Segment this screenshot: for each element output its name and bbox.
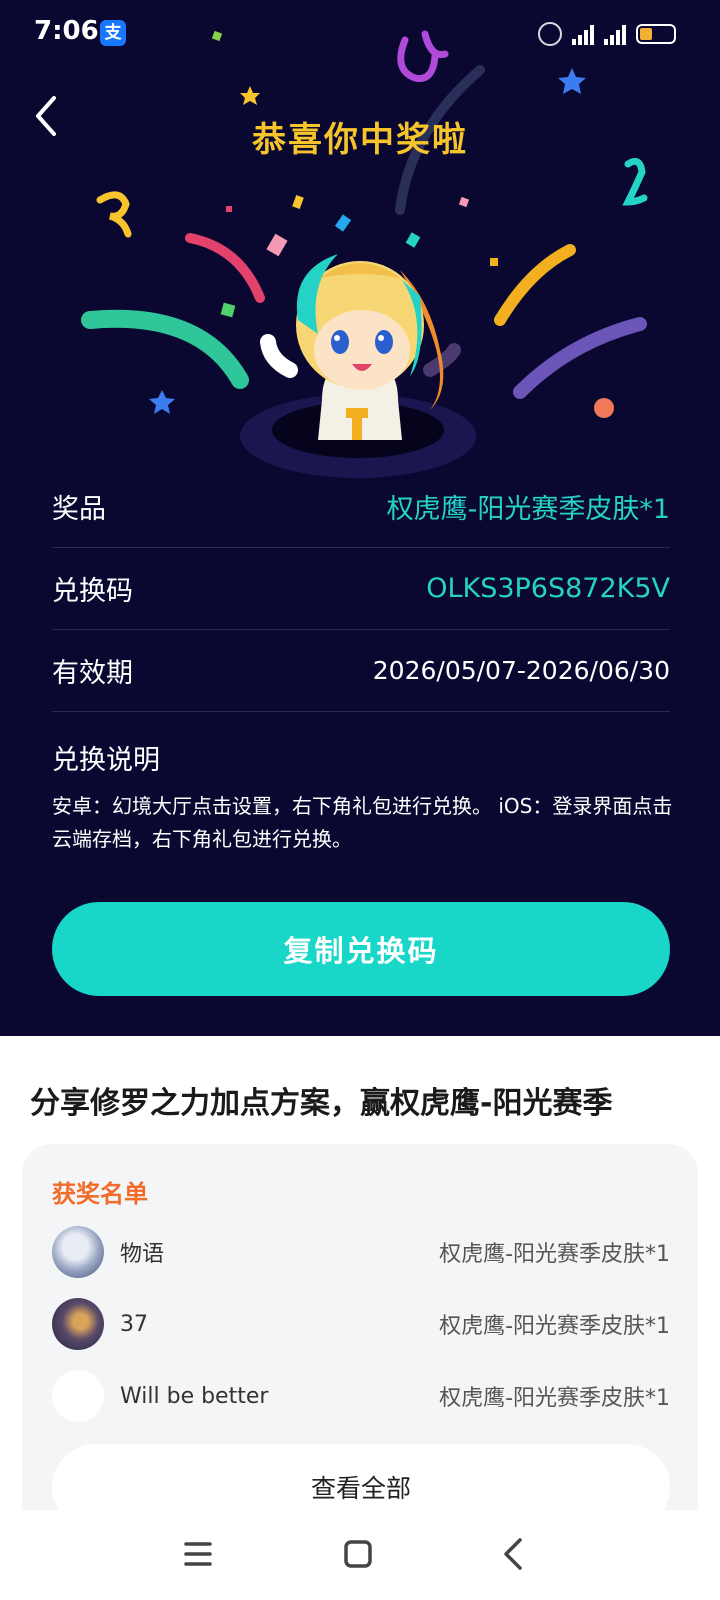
prize-value: 权虎鹰-阳光赛季皮肤*1 [386, 494, 670, 525]
code-row: 兑换码 OLKS3P6S872K5V [52, 548, 670, 630]
event-title: 分享修罗之力加点方案，赢权虎鹰-阳光赛季 [30, 1086, 613, 1121]
winner-row: 物语 权虎鹰-阳光赛季皮肤*1 [52, 1226, 670, 1278]
page-title: 恭喜你中奖啦 [252, 120, 468, 160]
winner-prize: 权虎鹰-阳光赛季皮肤*1 [439, 1386, 670, 1411]
avatar[interactable] [52, 1226, 104, 1278]
menu-button[interactable] [176, 1532, 220, 1576]
winner-row: Will be better 权虎鹰-阳光赛季皮肤*1 [52, 1370, 670, 1422]
menu-icon [184, 1542, 212, 1566]
validity-value: 2026/05/07-2026/06/30 [372, 656, 670, 685]
star-icon [240, 86, 260, 105]
prize-panel: 7:06 支 恭喜你中奖啦 奖品 权虎鹰-阳光赛季皮肤*1 兑换码 OLKS3P… [0, 0, 720, 1040]
winner-name: Will be better [120, 1383, 269, 1409]
celebration-illustration [81, 30, 648, 478]
winners-card: 获奖名单 物语 权虎鹰-阳光赛季皮肤*1 37 权虎鹰-阳光赛季皮肤*1 Wil… [22, 1144, 698, 1564]
back-triangle-icon [504, 1538, 522, 1570]
avatar[interactable] [52, 1298, 104, 1350]
system-back-button[interactable] [492, 1532, 536, 1576]
star-icon [558, 68, 586, 94]
winner-prize: 权虎鹰-阳光赛季皮肤*1 [439, 1242, 670, 1267]
system-nav-bar [0, 1510, 720, 1600]
winners-title: 获奖名单 [52, 1180, 148, 1208]
prize-label: 奖品 [52, 494, 106, 525]
instructions-title: 兑换说明 [52, 745, 160, 776]
validity-label: 有效期 [52, 658, 133, 689]
home-button[interactable] [336, 1532, 380, 1576]
winner-name: 物语 [120, 1242, 165, 1267]
instructions-body: 安卓：幻境大厅点击设置，右下角礼包进行兑换。 iOS：登录界面点击云端存档，右下… [52, 794, 673, 851]
prize-page: 7:06 支 恭喜你中奖啦 奖品 权虎鹰-阳光赛季皮肤*1 兑换码 OLKS3P… [0, 0, 720, 1600]
redeem-code[interactable]: OLKS3P6S872K5V [426, 573, 670, 604]
validity-row: 有效期 2026/05/07-2026/06/30 [52, 630, 670, 712]
winner-prize: 权虎鹰-阳光赛季皮肤*1 [439, 1314, 670, 1339]
copy-code-button[interactable]: 复制兑换码 [52, 902, 670, 996]
winner-name: 37 [120, 1311, 148, 1337]
code-label: 兑换码 [52, 576, 133, 607]
prize-row: 奖品 权虎鹰-阳光赛季皮肤*1 [52, 466, 670, 548]
avatar[interactable] [52, 1370, 104, 1422]
home-square-icon [344, 1540, 372, 1568]
star-icon [149, 390, 175, 414]
winner-row: 37 权虎鹰-阳光赛季皮肤*1 [52, 1298, 670, 1350]
